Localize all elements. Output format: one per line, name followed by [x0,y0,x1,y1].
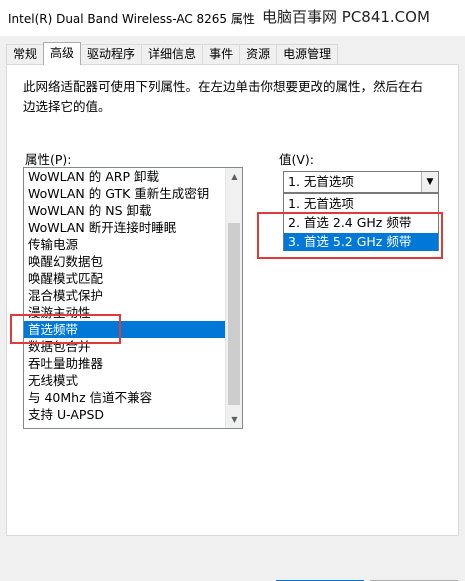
tab-driver[interactable]: 驱动程序 [80,44,143,64]
property-item[interactable]: WoWLAN 的 GTK 重新生成密钥 [24,185,226,202]
tab-details[interactable]: 详细信息 [141,44,204,64]
scroll-thumb[interactable] [228,223,240,405]
dialog-body: 常规 高级 驱动程序 详细信息 事件 资源 电源管理 此网络适配器可使用下列属性… [0,36,465,581]
property-item[interactable]: 混合模式保护 [24,287,226,304]
property-listbox[interactable]: WoWLAN 的 ARP 卸载 WoWLAN 的 GTK 重新生成密钥 WoWL… [23,167,243,429]
value-options-list: 1. 无首选项 2. 首选 2.4 GHz 频带 3. 首选 5.2 GHz 频… [283,193,439,251]
value-option[interactable]: 1. 无首选项 [284,195,438,213]
tab-events[interactable]: 事件 [202,44,241,64]
advanced-panel: 此网络适配器可使用下列属性。在左边单击你想要更改的属性，然后在右边选择它的值。 … [6,64,459,536]
property-item[interactable]: WoWLAN 的 NS 卸载 [24,202,226,219]
property-item[interactable]: 唤醒幻数据包 [24,253,226,270]
property-item[interactable]: 唤醒模式匹配 [24,270,226,287]
tab-general[interactable]: 常规 [6,44,45,64]
property-item[interactable]: 无线模式 [24,372,226,389]
property-item[interactable]: 支持 U-APSD [24,406,226,423]
property-item[interactable]: 漫游主动性 [24,304,226,321]
tab-advanced[interactable]: 高级 [43,42,82,65]
property-list: WoWLAN 的 ARP 卸载 WoWLAN 的 GTK 重新生成密钥 WoWL… [24,168,226,423]
property-item[interactable]: 与 40Mhz 信道不兼容 [24,389,226,406]
value-label: 值(V): [279,152,315,167]
property-item[interactable]: WoWLAN 的 ARP 卸载 [24,168,226,185]
tab-resources[interactable]: 资源 [239,44,278,64]
scroll-up-icon[interactable]: ▲ [226,168,242,185]
value-option-highlighted[interactable]: 3. 首选 5.2 GHz 频带 [284,233,438,251]
property-item-selected[interactable]: 首选频带 [24,321,226,338]
property-label: 属性(P): [25,152,72,167]
scroll-down-icon[interactable]: ▼ [226,411,242,428]
property-item[interactable]: WoWLAN 断开连接时睡眠 [24,219,226,236]
value-select-current: 1. 无首选项 [288,174,354,189]
window-title: Intel(R) Dual Band Wireless-AC 8265 属性 [8,12,255,26]
panel-description: 此网络适配器可使用下列属性。在左边单击你想要更改的属性，然后在右边选择它的值。 [23,79,424,114]
title-bar: Intel(R) Dual Band Wireless-AC 8265 属性 电… [0,0,465,36]
property-item[interactable]: 数据包合并 [24,338,226,355]
property-item[interactable]: 吞吐量助推器 [24,355,226,372]
site-watermark: 电脑百事网 PC841.COM [262,8,430,26]
tab-power-management[interactable]: 电源管理 [276,44,339,64]
tab-strip: 常规 高级 驱动程序 详细信息 事件 资源 电源管理 [6,42,339,65]
property-item[interactable]: 传输电源 [24,236,226,253]
chevron-down-icon[interactable]: ▼ [421,172,438,192]
value-option[interactable]: 2. 首选 2.4 GHz 频带 [284,214,438,232]
value-select[interactable]: 1. 无首选项 ▼ [283,171,439,193]
property-scrollbar[interactable]: ▲ ▼ [225,168,242,428]
